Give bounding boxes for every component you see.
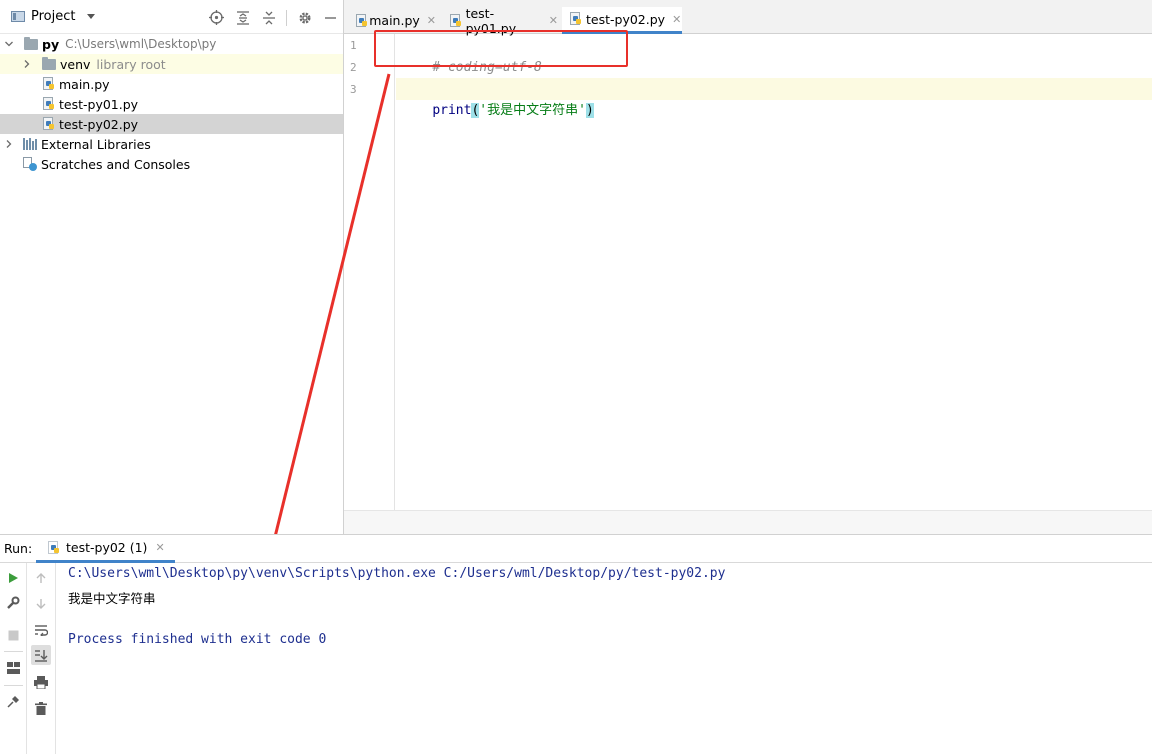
soft-wrap-icon[interactable] [31, 620, 51, 640]
console-finish-line: Process finished with exit code 0 [68, 632, 327, 647]
run-header: Run: test-py02 (1) ✕ [0, 535, 1152, 563]
tree-item-scratches[interactable]: Scratches and Consoles [0, 154, 343, 174]
chevron-right-icon[interactable] [22, 59, 32, 69]
line-number-gutter: 1 2 3 [344, 34, 395, 510]
close-icon[interactable]: ✕ [549, 14, 558, 27]
tree-item-test-py02[interactable]: test-py02.py [0, 114, 343, 134]
editor-horizontal-scrollbar[interactable] [344, 510, 1152, 534]
console-output-line: 我是中文字符串 [68, 591, 156, 606]
python-file-icon [43, 117, 55, 131]
tree-item-label: py [42, 36, 60, 52]
line-number: 2 [350, 61, 357, 74]
python-icon [48, 540, 60, 555]
pin-icon[interactable] [3, 691, 23, 711]
close-icon[interactable]: ✕ [427, 14, 436, 27]
library-root-tag: library root [96, 56, 166, 72]
tree-item-label: External Libraries [41, 136, 151, 152]
run-tab-label: test-py02 (1) [66, 540, 148, 555]
tree-item-label: venv [60, 56, 91, 72]
folder-icon [24, 36, 38, 50]
run-tool-window: Run: test-py02 (1) ✕ C:\Users\wml\Deskto… [0, 534, 1152, 754]
scratches-icon [23, 157, 37, 171]
run-tab[interactable]: test-py02 (1) ✕ [36, 535, 175, 563]
stop-icon[interactable] [3, 625, 23, 645]
tree-item-label: Scratches and Consoles [41, 156, 191, 172]
line-number: 1 [350, 39, 357, 52]
code-paren-close: ) [585, 103, 594, 118]
project-view-icon [11, 11, 25, 22]
python-file-icon [43, 97, 55, 111]
folder-icon [42, 56, 56, 70]
tree-item-main-py[interactable]: main.py [0, 74, 343, 94]
annotation-highlight-box [374, 30, 628, 67]
line-number: 3 [350, 83, 357, 96]
tab-label: test-py02.py [586, 11, 666, 27]
close-icon[interactable]: ✕ [672, 13, 681, 26]
code-function-name: print [432, 103, 472, 118]
tree-item-external-libraries[interactable]: External Libraries [0, 134, 343, 154]
project-tool-window: Project py C:\Users\wml\Desktop\py venv … [0, 0, 344, 534]
tree-item-label: test-py02.py [59, 116, 139, 132]
python-file-icon [570, 12, 582, 26]
tree-item-venv[interactable]: venv library root [0, 54, 343, 74]
layout-icon[interactable] [3, 658, 23, 678]
run-toolbar-secondary [27, 563, 56, 754]
python-file-icon [356, 13, 367, 28]
console-command-line: C:\Users\wml\Desktop\py\venv\Scripts\pyt… [68, 566, 726, 581]
project-view-title[interactable]: Project [31, 9, 75, 24]
library-icon [23, 138, 37, 150]
rerun-icon[interactable] [3, 568, 23, 588]
tab-label: main.py [369, 13, 420, 28]
toolbar-divider [4, 685, 23, 686]
editor-area: main.py ✕ test-py01.py ✕ test-py02.py ✕ … [344, 0, 1152, 534]
gear-icon[interactable] [296, 9, 313, 26]
arrow-down-icon[interactable] [31, 594, 51, 614]
tree-item-py-root[interactable]: py C:\Users\wml\Desktop\py [0, 34, 343, 54]
code-string: '我是中文字符串' [479, 103, 586, 118]
python-file-icon [43, 77, 55, 91]
python-file-icon [450, 13, 462, 28]
toolbar-divider [286, 9, 287, 26]
project-path: C:\Users\wml\Desktop\py [65, 37, 217, 51]
tree-item-label: main.py [59, 76, 110, 92]
close-icon[interactable]: ✕ [155, 541, 164, 554]
chevron-down-icon[interactable] [4, 39, 14, 49]
toolbar-divider [4, 651, 23, 652]
wrench-icon[interactable] [3, 593, 23, 613]
expand-all-icon[interactable] [234, 9, 251, 26]
tree-item-test-py01[interactable]: test-py01.py [0, 94, 343, 114]
code-line-3[interactable]: print('我是中文字符串') [401, 78, 594, 118]
scroll-to-end-icon[interactable] [31, 645, 51, 665]
minimize-icon[interactable] [322, 9, 339, 26]
print-icon[interactable] [31, 672, 51, 692]
locate-file-icon[interactable] [208, 9, 225, 26]
run-toolbar-primary [0, 563, 27, 754]
collapse-all-icon[interactable] [260, 9, 277, 26]
arrow-up-icon[interactable] [31, 568, 51, 588]
trash-icon[interactable] [31, 698, 51, 718]
project-header: Project [0, 0, 343, 34]
tree-item-label: test-py01.py [59, 96, 139, 112]
chevron-down-icon[interactable] [87, 14, 96, 19]
editor-tab-bar: main.py ✕ test-py01.py ✕ test-py02.py ✕ [344, 0, 1152, 36]
chevron-right-icon[interactable] [4, 139, 14, 149]
run-label: Run: [4, 541, 33, 556]
